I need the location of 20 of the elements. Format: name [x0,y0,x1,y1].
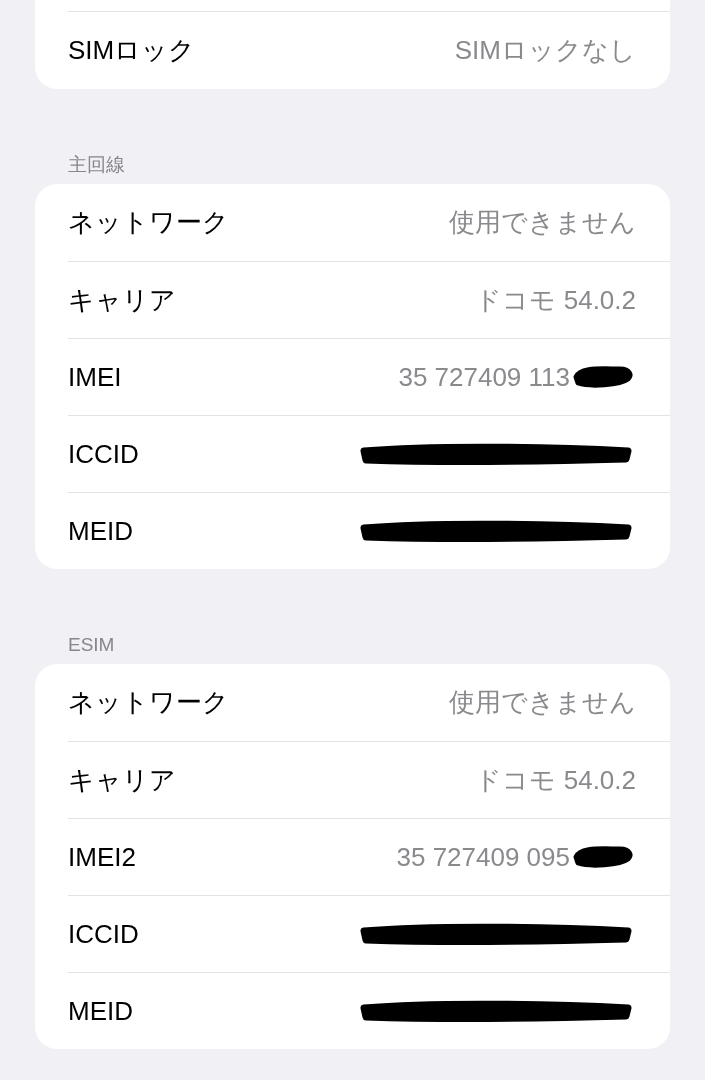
row-label: ネットワーク [68,206,229,239]
row-label: ICCID [68,437,139,471]
row-label: SIMロック [68,34,196,67]
row-label: MEID [68,994,133,1028]
row-label: ICCID [68,917,139,951]
row-label: IMEI [68,360,122,394]
row-label: MEID [68,514,133,548]
row-value: 35 727409 095 [396,840,570,874]
row-value: SIMロックなし [454,34,636,67]
row-value: ドコモ 54.0.2 [475,763,636,797]
row-label: キャリア [68,283,176,317]
section-header: 主回線 [68,152,125,177]
row-value: 使用できません [449,206,636,239]
row-label: ネットワーク [68,686,229,719]
row-label: IMEI2 [68,840,136,874]
row-label: キャリア [68,763,176,797]
row-value: 35 727409 113 [398,360,570,394]
row-value: 使用できません [449,686,636,719]
section-header: ESIM [68,632,115,657]
row-value: ドコモ 54.0.2 [475,283,636,317]
